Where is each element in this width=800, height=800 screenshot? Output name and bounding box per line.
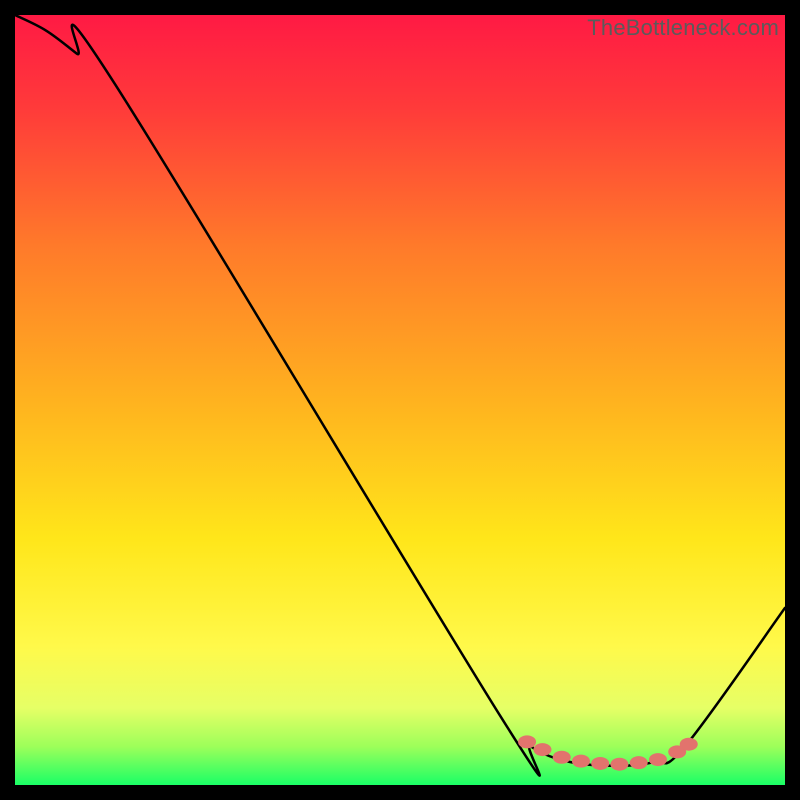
marker-dot	[680, 738, 698, 751]
marker-dot	[533, 743, 551, 756]
marker-dot	[518, 735, 536, 748]
marker-dot	[591, 757, 609, 770]
marker-dot	[572, 755, 590, 768]
chart-frame: TheBottleneck.com	[15, 15, 785, 785]
bottleneck-chart	[15, 15, 785, 785]
watermark-text: TheBottleneck.com	[587, 15, 779, 41]
gradient-background	[15, 15, 785, 785]
marker-dot	[649, 753, 667, 766]
marker-dot	[553, 751, 571, 764]
marker-dot	[630, 756, 648, 769]
marker-dot	[610, 758, 628, 771]
